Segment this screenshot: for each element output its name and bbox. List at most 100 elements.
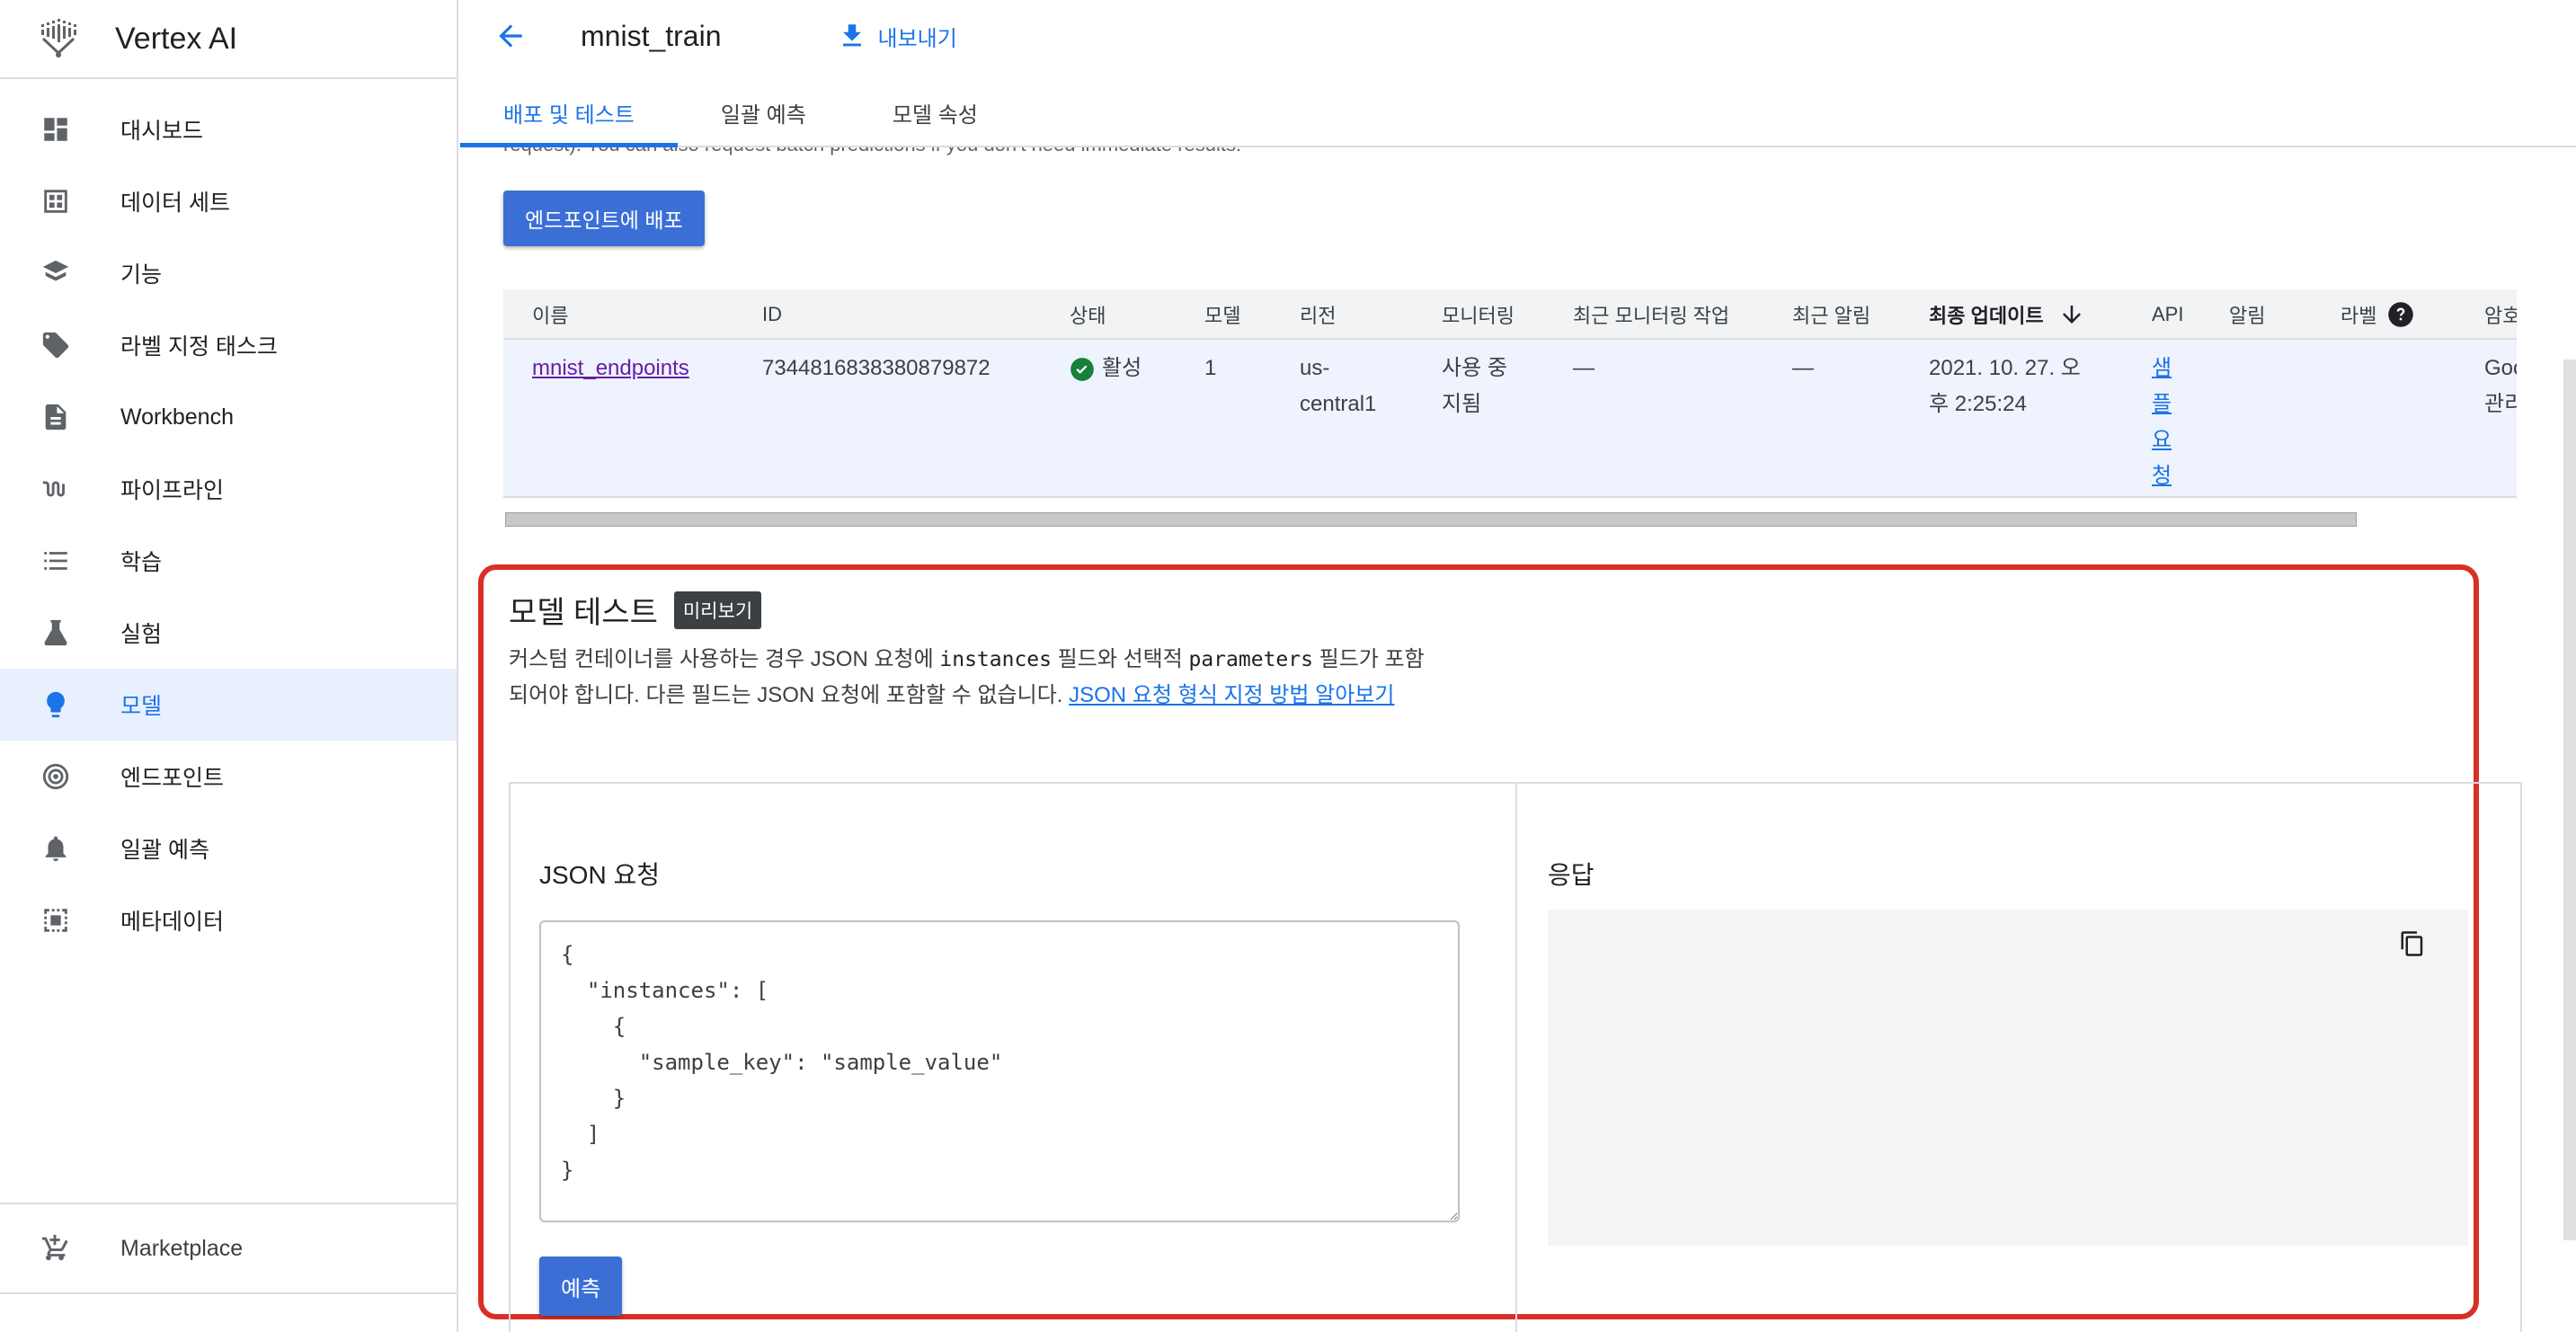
column-header-labels[interactable]: 라벨	[2341, 289, 2414, 340]
sidebar: Vertex AI 대시보드 데이터 세트 기능 라벨 지정 태스크 Workb…	[0, 0, 458, 1332]
json-request-panel: JSON 요청 { "instances": [ { "sample_key":…	[511, 784, 1517, 1332]
vertex-ai-logo-icon	[41, 19, 76, 58]
column-header-region[interactable]: 리전	[1300, 289, 1336, 340]
sample-request-char[interactable]: 플	[2152, 386, 2172, 422]
sidebar-item-training[interactable]: 학습	[0, 525, 457, 597]
metadata-icon	[40, 904, 72, 937]
model-test-section: 모델 테스트 미리보기 커스텀 컨테이너를 사용하는 경우 JSON 요청에 i…	[478, 564, 2522, 1332]
column-header-last-monitoring-job[interactable]: 최근 모니터링 작업	[1573, 289, 1729, 340]
check-circle-icon	[1070, 357, 1094, 381]
sidebar-item-workbench[interactable]: Workbench	[0, 381, 457, 453]
sidebar-item-labeling-tasks[interactable]: 라벨 지정 태스크	[0, 309, 457, 381]
region-line: central1	[1300, 392, 1377, 416]
page-vertical-scrollbar[interactable]	[2563, 360, 2576, 1240]
column-header-monitoring[interactable]: 모니터링	[1442, 289, 1515, 340]
json-request-textarea[interactable]: { "instances": [ { "sample_key": "sample…	[539, 920, 1460, 1222]
page-title: mnist_train	[581, 19, 722, 52]
endpoint-icon	[40, 760, 72, 793]
monitoring-line: 지됨	[1442, 392, 1482, 416]
response-panel: 응답	[1519, 784, 2520, 1332]
app-title: Vertex AI	[115, 21, 238, 56]
sidebar-item-label: 일괄 예측	[120, 838, 209, 863]
sample-request-char[interactable]: 요	[2152, 422, 2172, 458]
endpoint-region: us- central1	[1300, 351, 1376, 422]
description-text: 필드와 선택적	[1052, 647, 1189, 671]
sample-request-char[interactable]: 청	[2152, 458, 2172, 494]
endpoint-encryption: Goo 관리	[2484, 351, 2517, 422]
sidebar-item-batch-predictions[interactable]: 일괄 예측	[0, 813, 457, 884]
sidebar-item-marketplace[interactable]: Marketplace	[0, 1203, 457, 1292]
endpoint-last-monitoring-job: —	[1573, 356, 1594, 380]
sidebar-footer	[0, 1292, 457, 1332]
arrow-down-sort-icon[interactable]	[2058, 301, 2085, 328]
predict-button[interactable]: 예측	[539, 1257, 623, 1316]
sidebar-item-label: 실험	[120, 622, 163, 647]
dashboard-icon	[40, 113, 72, 146]
table-header-row: 이름 ID 상태 모델 리전 모니터링 최근 모니터링 작업 최근 알림 최종 …	[503, 289, 2517, 340]
table-horizontal-scrollbar[interactable]	[505, 512, 2357, 527]
brand[interactable]: Vertex AI	[0, 0, 457, 79]
column-header-last-alert[interactable]: 최근 알림	[1792, 289, 1870, 340]
model-test-title: 모델 테스트	[509, 596, 658, 630]
sidebar-item-label: 학습	[120, 550, 163, 575]
tab-bar: 배포 및 테스트 일괄 예측 모델 속성	[460, 79, 2576, 147]
column-header-api[interactable]: API	[2152, 289, 2183, 340]
feature-layers-icon	[40, 257, 72, 289]
sidebar-item-label: 기능	[120, 262, 163, 288]
endpoint-monitoring: 사용 중 지됨	[1442, 351, 1507, 422]
dataset-icon	[40, 185, 72, 218]
column-header-last-updated-label: 최종 업데이트	[1929, 305, 2044, 327]
endpoint-name-link[interactable]: mnist_endpoints	[532, 356, 689, 380]
column-header-status[interactable]: 상태	[1070, 289, 1106, 340]
copy-button[interactable]	[2394, 926, 2430, 962]
instances-code: instances	[939, 648, 1052, 671]
parameters-code: parameters	[1188, 648, 1313, 671]
deploy-to-endpoint-button[interactable]: 엔드포인트에 배포	[503, 191, 705, 246]
column-header-alerts[interactable]: 알림	[2229, 289, 2265, 340]
list-icon	[40, 545, 72, 577]
endpoint-id: 7344816838380879872	[762, 356, 990, 380]
preview-badge: 미리보기	[673, 591, 762, 629]
endpoint-model-count: 1	[1204, 356, 1217, 380]
copy-icon	[2401, 931, 2423, 956]
tab-model-properties[interactable]: 모델 속성	[849, 79, 1021, 146]
cart-icon	[40, 1232, 72, 1265]
page-header: mnist_train 내보내기	[460, 0, 2576, 72]
sidebar-item-label: 대시보드	[120, 119, 204, 144]
marketplace-label: Marketplace	[120, 1235, 244, 1261]
help-icon[interactable]	[2387, 301, 2414, 328]
sidebar-item-dashboard[interactable]: 대시보드	[0, 93, 457, 165]
sidebar-item-experiments[interactable]: 실험	[0, 597, 457, 669]
tab-deploy-and-test[interactable]: 배포 및 테스트	[460, 79, 678, 147]
export-button[interactable]: 내보내기	[837, 21, 957, 52]
encryption-line: Goo	[2484, 356, 2517, 380]
sidebar-item-models[interactable]: 모델	[0, 669, 457, 741]
back-button[interactable]	[485, 11, 536, 61]
column-header-name[interactable]: 이름	[532, 289, 568, 340]
sample-request-char[interactable]: 샘	[2152, 351, 2172, 386]
sidebar-item-pipelines[interactable]: 파이프라인	[0, 453, 457, 525]
endpoints-table: 이름 ID 상태 모델 리전 모니터링 최근 모니터링 작업 최근 알림 최종 …	[503, 289, 2517, 502]
column-header-id[interactable]: ID	[762, 289, 782, 340]
last-updated-line: 2021. 10. 27. 오	[1929, 356, 2081, 380]
response-label: 응답	[1548, 861, 1594, 889]
column-header-last-updated[interactable]: 최종 업데이트	[1929, 289, 2085, 340]
encryption-line: 관리	[2484, 392, 2517, 416]
tab-batch-predictions[interactable]: 일괄 예측	[678, 79, 849, 146]
model-test-title-row: 모델 테스트 미리보기	[509, 588, 762, 632]
column-header-model[interactable]: 모델	[1204, 289, 1240, 340]
sidebar-item-datasets[interactable]: 데이터 세트	[0, 165, 457, 237]
flask-icon	[40, 617, 72, 649]
sidebar-item-endpoints[interactable]: 엔드포인트	[0, 741, 457, 813]
sidebar-item-features[interactable]: 기능	[0, 237, 457, 309]
sidebar-item-label: 파이프라인	[120, 478, 225, 503]
sidebar-item-metadata[interactable]: 메타데이터	[0, 884, 457, 956]
json-format-help-link[interactable]: JSON 요청 형식 지정 방법 알아보기	[1069, 683, 1394, 707]
sample-request-link[interactable]: 샘 플 요 청	[2152, 351, 2172, 494]
bell-icon	[40, 832, 72, 865]
last-updated-line: 후 2:25:24	[1929, 392, 2027, 416]
sidebar-item-label: 라벨 지정 태스크	[120, 334, 278, 360]
sidebar-item-label: 메타데이터	[120, 910, 225, 935]
pipeline-icon	[40, 473, 72, 505]
column-header-encryption[interactable]: 암호	[2484, 289, 2517, 340]
